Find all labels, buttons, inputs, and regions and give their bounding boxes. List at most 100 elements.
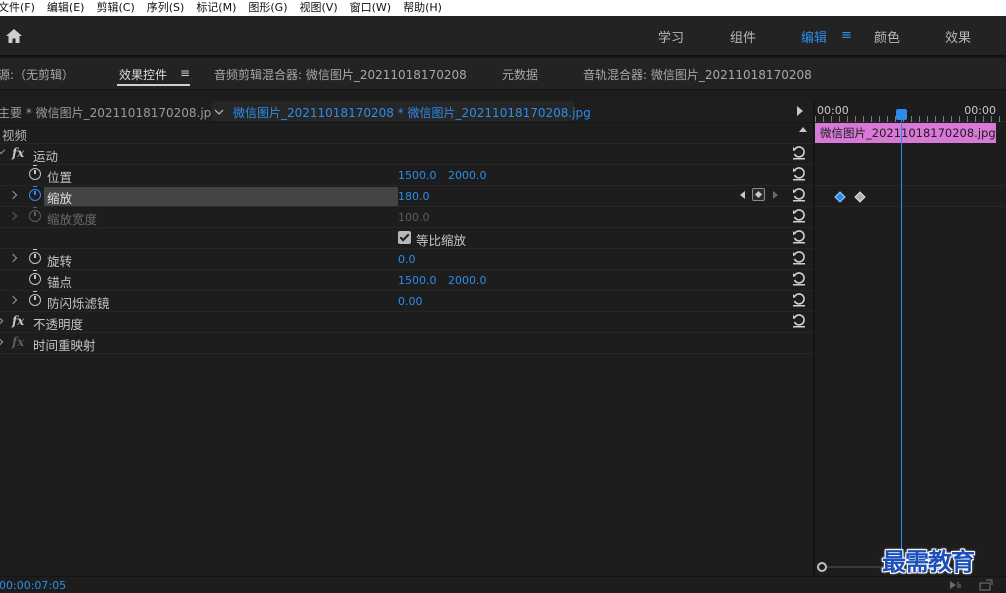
anti-flicker-value[interactable]: 0.00: [398, 295, 423, 308]
scroll-up-icon[interactable]: [799, 127, 807, 132]
menu-window[interactable]: 窗口(W): [350, 0, 391, 16]
workspace-tab-editing[interactable]: 编辑: [801, 27, 827, 46]
property-anchor-label: 锚点: [47, 275, 73, 290]
chevron-right-icon[interactable]: [8, 253, 18, 263]
property-position-row: 位置 1500.0 2000.0: [0, 165, 814, 186]
reset-icon[interactable]: [792, 251, 806, 265]
uniform-scale-label: 等比缩放: [416, 233, 467, 248]
position-y-value[interactable]: 2000.0: [448, 169, 487, 182]
uniform-scale-checkbox[interactable]: [398, 231, 411, 244]
chevron-right-icon[interactable]: [8, 190, 18, 200]
footer-bar: 00:00:07:05: [0, 576, 1006, 593]
reset-icon[interactable]: [792, 209, 806, 223]
twirl-down-icon[interactable]: [0, 145, 6, 155]
zoom-scrollbar[interactable]: [827, 566, 887, 568]
tab-audio-clip-mixer[interactable]: 音频剪辑混合器: 微信图片_20211018170208: [214, 66, 467, 83]
effect-motion-label: 运动: [33, 149, 59, 164]
property-anti-flicker-row: 防闪烁滤镜 0.00: [0, 291, 814, 312]
stopwatch-active-icon[interactable]: [29, 186, 41, 201]
effect-controls-header: 主要 * 微信图片_20211018170208.jpg 微信图片_202110…: [0, 100, 814, 123]
section-video-label: 视频: [2, 128, 28, 143]
show-timeline-icon[interactable]: [797, 106, 803, 116]
row-line: [815, 206, 1006, 207]
chevron-down-icon[interactable]: [214, 105, 224, 115]
property-position-label: 位置: [47, 170, 73, 185]
keyframe-icon[interactable]: [854, 191, 866, 203]
current-timecode[interactable]: 00:00:07:05: [0, 579, 66, 592]
keyframe-selected-icon[interactable]: [834, 191, 846, 203]
next-keyframe-icon[interactable]: [773, 191, 778, 199]
tab-metadata[interactable]: 元数据: [502, 66, 538, 83]
reset-icon[interactable]: [792, 167, 806, 181]
tab-effect-controls[interactable]: 效果控件: [119, 66, 167, 83]
zoom-handle[interactable]: [817, 562, 827, 572]
panel-tabs: 源:（无剪辑） 效果控件 ≡ 音频剪辑混合器: 微信图片_20211018170…: [0, 58, 1006, 90]
playhead-line[interactable]: [901, 112, 902, 572]
stopwatch-icon[interactable]: [29, 270, 41, 285]
selected-property-highlight: [44, 187, 398, 206]
effect-time-remap-label: 时间重映射: [33, 338, 96, 353]
anchor-y-value[interactable]: 2000.0: [448, 274, 487, 287]
property-rotation-label: 旋转: [47, 254, 73, 269]
prev-keyframe-icon[interactable]: [740, 191, 745, 199]
workspace-tab-effects[interactable]: 效果: [945, 27, 971, 46]
effect-opacity-row[interactable]: fx 不透明度: [0, 312, 814, 333]
reset-icon[interactable]: [792, 230, 806, 244]
tab-audio-track-mixer[interactable]: 音轨混合器: 微信图片_20211018170208: [583, 66, 812, 83]
reset-icon[interactable]: [792, 146, 806, 160]
reset-icon[interactable]: [792, 314, 806, 328]
workspace-menu-icon[interactable]: ≡: [841, 28, 852, 43]
effect-time-remap-row[interactable]: fx 时间重映射: [0, 333, 814, 354]
timeline-clip[interactable]: 微信图片_20211018170208.jpg: [815, 123, 996, 143]
workspace-bar: 学习 组件 编辑 ≡ 颜色 效果: [0, 16, 1006, 56]
stopwatch-icon[interactable]: [29, 249, 41, 264]
master-clip-label[interactable]: 主要 * 微信图片_20211018170208.jpg: [0, 104, 219, 121]
stopwatch-icon[interactable]: [29, 291, 41, 306]
fx-icon[interactable]: fx: [12, 314, 24, 328]
menu-edit[interactable]: 编辑(E): [47, 0, 85, 16]
chevron-right-icon[interactable]: [8, 295, 18, 305]
property-uniform-scale-row: 等比缩放: [0, 228, 814, 249]
add-keyframe-button[interactable]: [752, 188, 765, 201]
property-anti-flicker-label: 防闪烁滤镜: [47, 296, 110, 311]
chevron-right-icon: [8, 211, 18, 221]
anchor-x-value[interactable]: 1500.0: [398, 274, 437, 287]
property-scale-label: 缩放: [47, 191, 73, 206]
effect-motion-row[interactable]: fx 运动: [0, 144, 814, 165]
property-scale-row: 缩放 180.0: [0, 186, 814, 207]
reset-icon[interactable]: [792, 293, 806, 307]
effect-opacity-label: 不透明度: [33, 317, 84, 332]
rotation-value[interactable]: 0.0: [398, 253, 416, 266]
sequence-clip-label[interactable]: 微信图片_20211018170208 * 微信图片_2021101817020…: [233, 104, 591, 121]
home-icon[interactable]: [5, 28, 23, 44]
chevron-right-icon[interactable]: [0, 316, 4, 326]
workspace-tab-assembly[interactable]: 组件: [730, 27, 756, 46]
workspace-tab-learn[interactable]: 学习: [658, 27, 684, 46]
playhead-handle[interactable]: [896, 109, 907, 120]
stopwatch-icon[interactable]: [29, 165, 41, 180]
fx-icon: fx: [12, 335, 25, 349]
position-x-value[interactable]: 1500.0: [398, 169, 437, 182]
menu-bar: 文件(F) 编辑(E) 剪辑(C) 序列(S) 标记(M) 图形(G) 视图(V…: [0, 0, 1006, 16]
menu-graphics[interactable]: 图形(G): [248, 0, 287, 16]
menu-file[interactable]: 文件(F): [0, 0, 35, 16]
scale-width-value: 100.0: [398, 211, 430, 224]
menu-clip[interactable]: 剪辑(C): [96, 0, 134, 16]
tab-source[interactable]: 源:（无剪辑）: [0, 66, 74, 83]
menu-markers[interactable]: 标记(M): [196, 0, 236, 16]
property-rotation-row: 旋转 0.0: [0, 249, 814, 270]
menu-sequence[interactable]: 序列(S): [147, 0, 185, 16]
workspace-tab-color[interactable]: 颜色: [874, 27, 900, 46]
property-anchor-row: 锚点 1500.0 2000.0: [0, 270, 814, 291]
panel-menu-icon[interactable]: ≡: [180, 66, 190, 80]
reset-icon[interactable]: [792, 272, 806, 286]
menu-help[interactable]: 帮助(H): [403, 0, 442, 16]
property-scale-width-label: 缩放宽度: [47, 212, 98, 227]
fx-icon[interactable]: fx: [12, 146, 24, 160]
menu-view[interactable]: 视图(V): [300, 0, 338, 16]
chevron-right-icon[interactable]: [0, 337, 4, 347]
scale-value[interactable]: 180.0: [398, 190, 430, 203]
reset-icon[interactable]: [792, 188, 806, 202]
section-video-row: 视频: [0, 123, 814, 144]
time-ruler[interactable]: 00:00 00:00: [815, 100, 1006, 122]
